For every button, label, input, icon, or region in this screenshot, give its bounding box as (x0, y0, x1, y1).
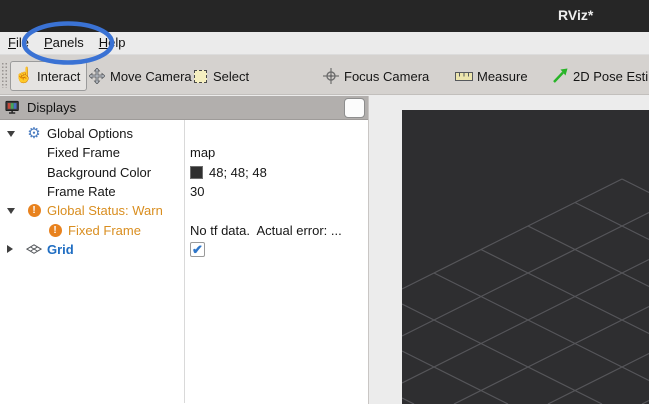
displays-panel-header: Displays (0, 96, 368, 120)
grid-enabled-checkbox[interactable]: ✔ (190, 242, 205, 257)
tree-row-global-options[interactable]: ⚙ Global Options (0, 124, 368, 143)
value-fixed-frame[interactable]: map (190, 143, 366, 162)
hand-pointer-icon: ☝ (15, 67, 33, 85)
tree-row-background-color[interactable]: Background Color 48; 48; 48 (0, 163, 368, 182)
viewport-grid-line (481, 250, 649, 334)
gear-icon: ⚙ (26, 126, 42, 141)
expand-arrow-icon[interactable] (7, 245, 13, 253)
value-fixed-frame[interactable]: No tf data. Actual error: ... (190, 221, 366, 240)
background-color-swatch (190, 166, 203, 179)
tool-label: Focus Camera (344, 69, 429, 84)
row-label: Fixed Frame (47, 143, 120, 162)
name-cell: Background Color (0, 163, 183, 182)
viewport-grid-line (528, 226, 649, 287)
window-title: RViz* (558, 7, 593, 23)
grid-icon (26, 242, 42, 257)
selection-box-icon (191, 67, 209, 85)
tree-row-fixed-frame[interactable]: Fixed Frame map (0, 143, 368, 162)
monitor-icon (5, 100, 21, 115)
collapse-arrow-icon[interactable] (7, 208, 15, 214)
tool-interact-button[interactable]: ☝ Interact (10, 61, 87, 91)
row-label: Global Options (47, 124, 133, 143)
name-cell: ! Global Status: Warn (0, 201, 183, 220)
viewport-grid-line (622, 179, 649, 193)
tool-label: Select (213, 69, 249, 84)
menu-item-file[interactable]: File (8, 32, 36, 54)
name-cell: ⚙ Global Options (0, 124, 183, 143)
tool-label: Measure (477, 69, 528, 84)
viewport-grid-line (402, 179, 622, 289)
row-label: Grid (47, 240, 74, 259)
row-label: Global Status: Warn (47, 201, 163, 220)
tree-row-frame-rate[interactable]: Frame Rate 30 (0, 182, 368, 201)
row-label: Background Color (47, 163, 151, 182)
menu-item-help[interactable]: Help (99, 32, 133, 54)
viewport-grid-line (434, 273, 649, 381)
viewport-grid-line (575, 203, 649, 240)
crosshair-icon (322, 67, 340, 85)
checkmark-icon: ✔ (192, 240, 203, 259)
displays-panel-title: Displays (27, 100, 76, 115)
tool-label: 2D Pose Esti (573, 69, 648, 84)
panel-float-button[interactable] (344, 98, 365, 118)
ruler-icon (455, 67, 473, 85)
tree-row-grid[interactable]: Grid ✔ (0, 240, 368, 259)
tool-2d-pose-esti-button[interactable]: 2D Pose Esti (551, 61, 648, 91)
tool-label: Interact (37, 69, 80, 84)
viewport-grid-line (548, 354, 649, 404)
name-cell: Fixed Frame (0, 143, 183, 162)
viewport-grid-line (402, 213, 649, 337)
menu-bar: File Panels Help (0, 32, 649, 55)
row-label: Frame Rate (47, 182, 116, 201)
viewport-3d[interactable] (402, 110, 649, 404)
rviz-window: RViz* File Panels Help ☝ Interact Move Camer… (0, 0, 649, 404)
viewport-grid-line (402, 398, 414, 404)
tool-measure-button[interactable]: Measure (455, 61, 528, 91)
display-tree: ⚙Global OptionsFixed FramemapBackground … (0, 120, 368, 403)
title-bar: RViz* (0, 0, 649, 32)
toolbar-drag-handle[interactable] (1, 62, 8, 88)
tool-move-camera-button[interactable]: Move Camera (88, 61, 192, 91)
value-grid[interactable]: ✔ (190, 240, 366, 259)
viewport-grid-line (642, 401, 649, 404)
tree-row-global-status-warn[interactable]: ! Global Status: Warn (0, 201, 368, 220)
toolbar: ☝ Interact Move Camera Select Focus Camera Me… (0, 55, 649, 95)
warning-icon: ! (47, 223, 63, 238)
move-arrows-icon (88, 67, 106, 85)
viewport-grid-line (402, 304, 602, 404)
tree-row-fixed-frame[interactable]: ! Fixed Frame No tf data. Actual error: ..… (0, 221, 368, 240)
collapse-arrow-icon[interactable] (7, 131, 15, 137)
name-cell: Frame Rate (0, 182, 183, 201)
warning-icon: ! (26, 203, 42, 218)
viewport-grid-line (402, 260, 649, 384)
value-background-color[interactable]: 48; 48; 48 (190, 163, 366, 182)
name-cell: Grid (0, 240, 183, 259)
viewport-grid-line (402, 351, 508, 404)
displays-panel: Displays ⚙Global OptionsFixed FramemapBa… (0, 96, 369, 404)
row-label: Fixed Frame (68, 221, 141, 240)
tool-select-button[interactable]: Select (191, 61, 249, 91)
viewport-grid-line (454, 307, 649, 404)
tool-label: Move Camera (110, 69, 192, 84)
value-frame-rate[interactable]: 30 (190, 182, 366, 201)
menu-item-panels[interactable]: Panels (44, 32, 91, 54)
tool-focus-camera-button[interactable]: Focus Camera (322, 61, 429, 91)
name-cell: ! Fixed Frame (0, 221, 183, 240)
pose-arrow-icon (551, 67, 569, 85)
